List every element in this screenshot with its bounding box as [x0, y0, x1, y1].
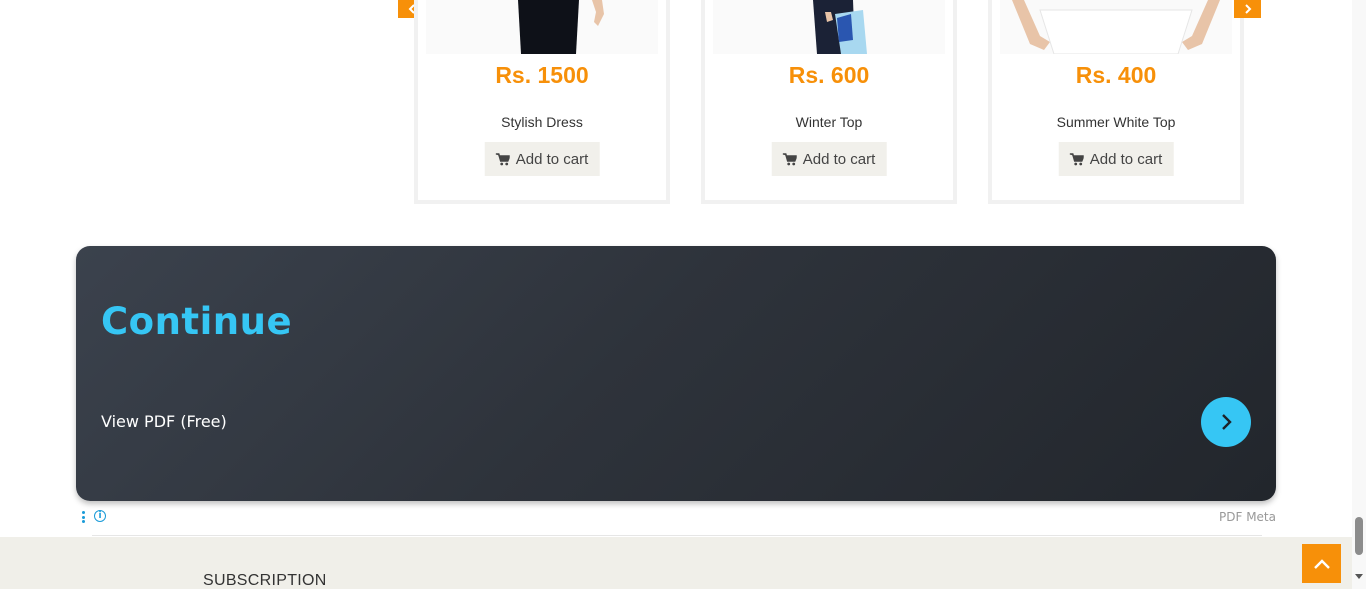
- view-pdf-link[interactable]: View PDF (Free): [101, 412, 227, 431]
- add-to-cart-button[interactable]: Add to cart: [771, 142, 887, 176]
- scroll-down-arrow-icon[interactable]: [1355, 574, 1363, 579]
- scrollbar-thumb[interactable]: [1355, 517, 1363, 555]
- cart-icon: [782, 152, 797, 165]
- product-card: Rs. 600 Winter Top Add to cart: [701, 0, 957, 204]
- divider: [92, 535, 1262, 536]
- cart-icon: [1069, 152, 1084, 165]
- product-name[interactable]: Winter Top: [705, 114, 953, 130]
- ad-meta-bar: i PDF Meta: [80, 509, 1276, 527]
- continue-button[interactable]: [1201, 397, 1251, 447]
- footer: SUBSCRIPTION: [0, 537, 1352, 589]
- product-card: Rs. 400 Summer White Top Add to cart: [988, 0, 1244, 204]
- product-price: Rs. 400: [1075, 62, 1157, 88]
- product-image[interactable]: [1000, 0, 1232, 54]
- subscription-title: SUBSCRIPTION: [203, 572, 327, 589]
- ad-options-icon[interactable]: [82, 511, 86, 523]
- chevron-right-icon: [1222, 414, 1232, 430]
- chevron-up-icon: [1313, 558, 1330, 569]
- product-card: Rs. 1500 Stylish Dress Add to cart: [414, 0, 670, 204]
- add-to-cart-label: Add to cart: [802, 150, 876, 168]
- add-to-cart-label: Add to cart: [1089, 150, 1163, 168]
- carousel-next-button[interactable]: [1234, 0, 1261, 18]
- scroll-to-top-button[interactable]: [1302, 544, 1341, 583]
- continue-banner[interactable]: Continue View PDF (Free): [76, 246, 1276, 501]
- product-image[interactable]: [713, 0, 945, 54]
- ad-label: PDF Meta: [1219, 510, 1276, 524]
- banner-title: Continue: [101, 300, 293, 343]
- product-name[interactable]: Stylish Dress: [418, 114, 666, 130]
- info-icon[interactable]: i: [94, 510, 106, 522]
- add-to-cart-button[interactable]: Add to cart: [1058, 142, 1174, 176]
- product-image[interactable]: [426, 0, 658, 54]
- cart-icon: [495, 152, 510, 165]
- product-price: Rs. 1500: [495, 62, 589, 88]
- product-name[interactable]: Summer White Top: [992, 114, 1240, 130]
- page-scrollbar[interactable]: [1352, 0, 1366, 589]
- product-carousel: Rs. 1500 Stylish Dress Add to cart Rs. 6…: [398, 0, 1261, 210]
- add-to-cart-label: Add to cart: [515, 150, 589, 168]
- product-price: Rs. 600: [788, 62, 870, 88]
- add-to-cart-button[interactable]: Add to cart: [484, 142, 600, 176]
- chevron-right-icon: [1244, 4, 1251, 14]
